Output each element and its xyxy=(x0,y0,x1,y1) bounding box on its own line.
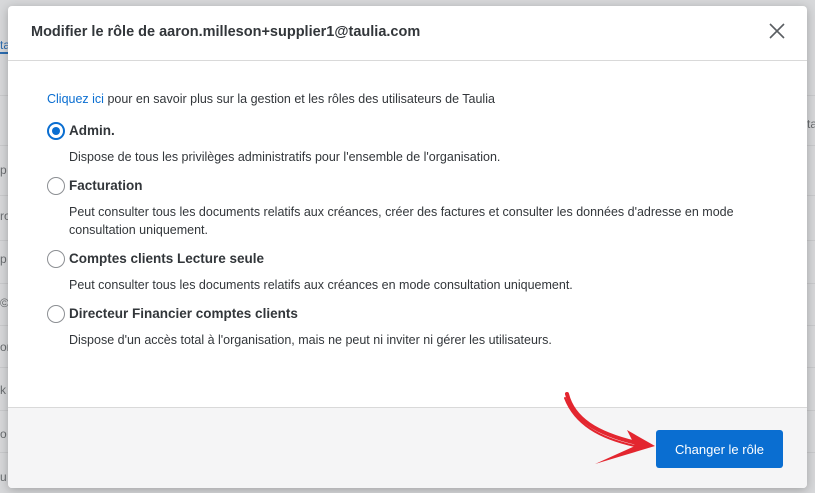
learn-more-link[interactable]: Cliquez ici xyxy=(47,92,104,106)
role-radio-finance-director[interactable] xyxy=(47,305,65,323)
role-description: Dispose de tous les privilèges administr… xyxy=(69,150,501,164)
dialog-title: Modifier le rôle de aaron.milleson+suppl… xyxy=(31,24,421,40)
info-text: pour en savoir plus sur la gestion et le… xyxy=(103,92,495,106)
dialog-header: Modifier le rôle de aaron.milleson+suppl… xyxy=(8,6,807,61)
background-text-fragment: p xyxy=(0,163,7,177)
role-label[interactable]: Facturation xyxy=(69,178,143,193)
role-label[interactable]: Directeur Financier comptes clients xyxy=(69,306,298,321)
dialog-footer: Changer le rôle xyxy=(8,407,807,488)
change-role-dialog: Modifier le rôle de aaron.milleson+suppl… xyxy=(8,6,807,488)
role-description: Dispose d'un accès total à l'organisatio… xyxy=(69,333,552,347)
role-radio-admin[interactable] xyxy=(47,122,65,140)
role-radio-billing[interactable] xyxy=(47,177,65,195)
info-line: Cliquez ici pour en savoir plus sur la g… xyxy=(47,92,495,106)
background-text-fragment: k xyxy=(0,383,6,397)
background-text-fragment: ta xyxy=(807,117,815,131)
change-role-button[interactable]: Changer le rôle xyxy=(656,430,783,468)
dialog-body: Cliquez ici pour en savoir plus sur la g… xyxy=(8,62,807,406)
background-text-fragment: o xyxy=(0,427,7,441)
background-text-fragment: u xyxy=(0,470,7,484)
annotation-arrow-icon xyxy=(564,392,655,464)
role-label[interactable]: Admin. xyxy=(69,123,115,138)
close-icon xyxy=(769,23,785,39)
role-label[interactable]: Comptes clients Lecture seule xyxy=(69,251,264,266)
role-description: Peut consulter tous les documents relati… xyxy=(69,278,573,292)
background-text-fragment: p xyxy=(0,252,7,266)
role-description: Peut consulter tous les documents relati… xyxy=(69,205,734,237)
role-radio-receivables-readonly[interactable] xyxy=(47,250,65,268)
close-button[interactable] xyxy=(767,21,787,41)
